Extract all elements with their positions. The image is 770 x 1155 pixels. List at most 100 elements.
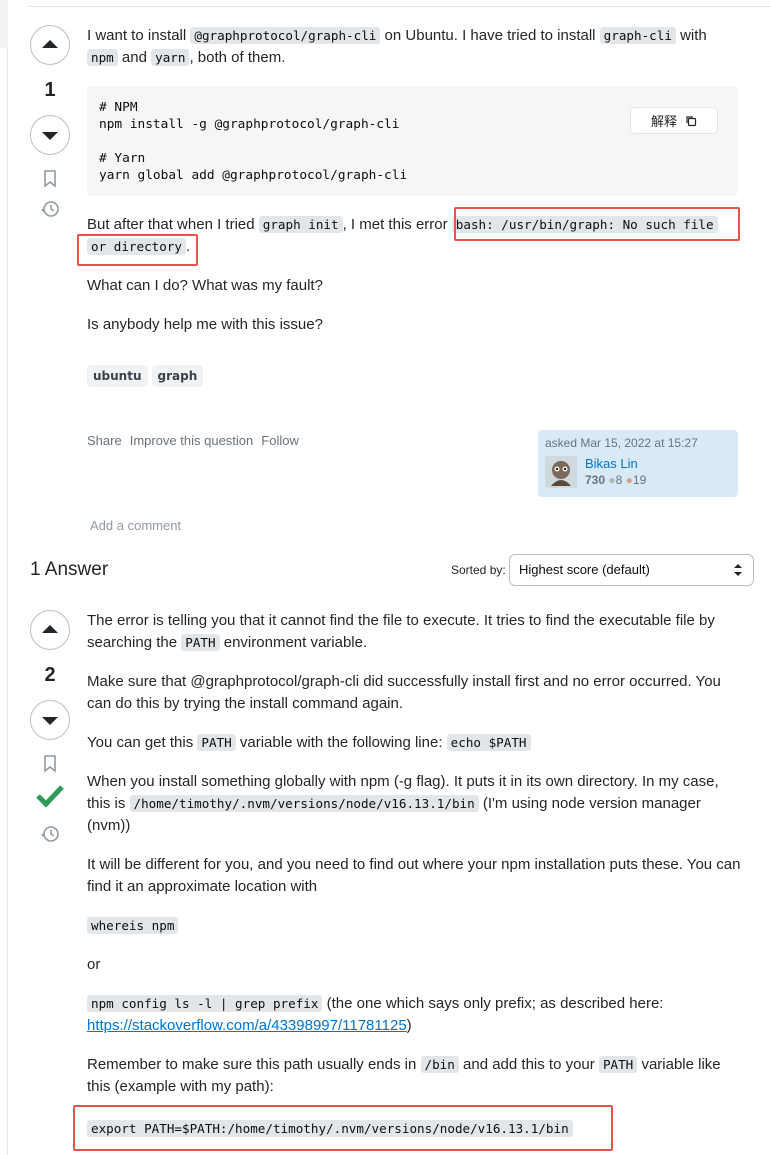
inline-code: graph-cli (599, 27, 676, 44)
answer-vote-cell: 2 (30, 610, 70, 844)
upvote-button[interactable] (30, 25, 70, 65)
text: and add this to your (458, 1056, 599, 1073)
answers-count: 1 Answer (30, 559, 109, 580)
answer-vote-count: 2 (44, 664, 56, 686)
inline-code: @graphprotocol/graph-cli (190, 27, 381, 44)
sort-arrows-icon (734, 564, 742, 576)
code-block: # NPM npm install -g @graphprotocol/grap… (87, 86, 738, 196)
answer-paragraph: Remember to make sure this path usually … (87, 1054, 742, 1098)
bookmark-button[interactable] (40, 169, 60, 189)
bookmark-icon (44, 170, 56, 188)
checkmark-icon (36, 785, 64, 808)
copy-label: 解释 (650, 114, 677, 129)
sort-value: Highest score (default) (519, 562, 650, 577)
tag-ubuntu[interactable]: ubuntu (87, 365, 148, 387)
question-paragraph: What can I do? What was my fault? (87, 277, 323, 294)
text: But after that when I tried (87, 216, 259, 233)
highlight-box (73, 1105, 613, 1151)
question-paragraph: Is anybody help me with this issue? (87, 316, 323, 333)
post-menu: Share Improve this question Follow (87, 432, 307, 449)
answer-paragraph: When you install something globally with… (87, 771, 742, 837)
improve-question-link[interactable]: Improve this question (130, 433, 254, 448)
text: environment variable. (219, 634, 368, 651)
answer-paragraph: npm config ls -l | grep prefix (the one … (87, 993, 742, 1037)
inline-code: graph init (258, 216, 343, 233)
owner-card: asked Mar 15, 2022 at 15:27 Bikas Lin 73… (538, 430, 738, 497)
text: ) (406, 1017, 412, 1034)
left-sidebar-edge (0, 0, 8, 1155)
bookmark-button[interactable] (40, 754, 60, 774)
user-details: Bikas Lin 730 ●8 ●19 (585, 456, 646, 487)
text: variable with the following line: (235, 734, 447, 751)
arrow-up-icon (42, 40, 58, 48)
inline-code: PATH (181, 634, 220, 651)
share-link[interactable]: Share (87, 433, 122, 448)
reputation: 730 (585, 473, 606, 487)
inline-code: /home/timothy/.nvm/versions/node/v16.13.… (129, 795, 479, 812)
question-intro: I want to install @graphprotocol/graph-c… (87, 25, 742, 69)
inline-code: PATH (598, 1056, 638, 1073)
text: , I met this error (342, 216, 452, 233)
inline-code: yarn (151, 49, 190, 66)
bronze-count: 19 (632, 473, 647, 487)
copy-code-button[interactable]: 解释 (630, 107, 718, 134)
reference-link[interactable]: https://stackoverflow.com/a/43398997/117… (87, 1017, 407, 1034)
code-line: # Yarn (99, 151, 146, 166)
user-name[interactable]: Bikas Lin (585, 456, 646, 471)
bookmark-icon (44, 755, 56, 773)
downvote-button[interactable] (30, 115, 70, 155)
accepted-answer-indicator (36, 782, 64, 810)
arrow-up-icon (42, 625, 58, 633)
text: I want to install (87, 27, 191, 44)
copy-icon (686, 115, 697, 126)
text: with (675, 27, 707, 44)
history-icon (41, 826, 59, 842)
code-line: yarn global add @graphprotocol/graph-cli (99, 168, 408, 183)
follow-link[interactable]: Follow (261, 433, 299, 448)
silver-count: 8 (615, 473, 623, 487)
sidebar-stub (0, 0, 8, 48)
arrow-down-icon (42, 717, 58, 725)
question-body: I want to install @graphprotocol/graph-c… (87, 25, 742, 86)
add-comment-link[interactable]: Add a comment (90, 518, 181, 533)
inline-code: PATH (197, 734, 236, 751)
highlight-box (454, 207, 740, 241)
history-button[interactable] (40, 824, 60, 844)
inline-code: whereis npm (87, 917, 179, 934)
inline-code: /bin (420, 1056, 459, 1073)
text: (the one which says only prefix; as desc… (322, 995, 664, 1012)
sort-select[interactable]: Highest score (default) (509, 554, 754, 586)
question-vote-count: 1 (44, 79, 56, 101)
asked-date: asked Mar 15, 2022 at 15:27 (545, 436, 698, 450)
history-icon (41, 201, 59, 217)
text: , both of them. (189, 49, 286, 66)
answer-paragraph: or (87, 956, 101, 973)
upvote-button[interactable] (30, 610, 70, 650)
highlight-box (77, 234, 198, 266)
answer-paragraph: The error is telling you that it cannot … (87, 610, 742, 654)
arrow-down-icon (42, 132, 58, 140)
inline-code: npm (87, 49, 118, 66)
answer-paragraph: It will be different for you, and you ne… (87, 856, 741, 895)
bronze-badge-icon: ● (625, 473, 633, 487)
tag-list: ubuntu graph (87, 365, 207, 387)
answer-body: The error is telling you that it cannot … (87, 610, 742, 1115)
sorted-by-label: Sorted by: (451, 563, 506, 577)
text: on Ubuntu. I have tried to install (380, 27, 600, 44)
avatar[interactable] (545, 456, 577, 488)
text: Remember to make sure this path usually … (87, 1056, 421, 1073)
question-vote-cell: 1 (30, 25, 70, 219)
inline-code: echo $PATH (446, 734, 531, 751)
text: and (117, 49, 152, 66)
inline-code: npm config ls -l | grep prefix (87, 995, 323, 1012)
top-divider (28, 6, 770, 7)
answer-paragraph: You can get this PATH variable with the … (87, 732, 742, 754)
silver-badge-icon: ● (608, 473, 616, 487)
tag-graph[interactable]: graph (151, 365, 204, 387)
history-button[interactable] (40, 199, 60, 219)
text: You can get this (87, 734, 198, 751)
downvote-button[interactable] (30, 700, 70, 740)
user-flair: 730 ●8 ●19 (585, 473, 646, 487)
answer-paragraph: whereis npm (87, 915, 742, 937)
